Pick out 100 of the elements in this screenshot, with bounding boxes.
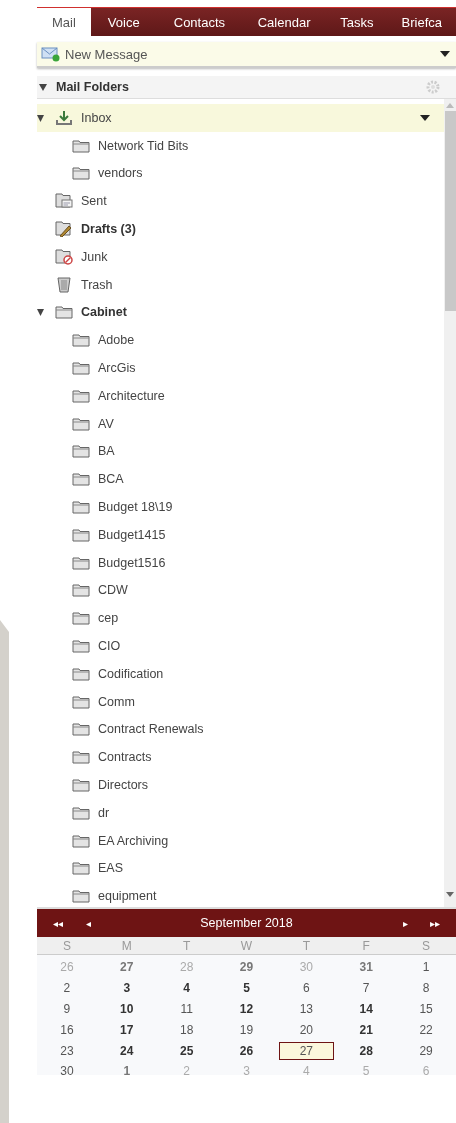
calendar-day[interactable]: 8 (418, 980, 434, 997)
expand-arrow-icon[interactable] (39, 82, 48, 92)
calendar-day[interactable]: 28 (355, 1042, 377, 1059)
calendar-day[interactable]: 30 (56, 1063, 78, 1075)
calendar-day[interactable]: 1 (418, 959, 434, 976)
calendar-day[interactable]: 20 (295, 1021, 318, 1038)
folder-icon (72, 166, 90, 181)
folder-item[interactable]: EA Archiving (37, 826, 444, 855)
tab[interactable]: Contacts (156, 8, 242, 36)
folder-item[interactable]: Adobe (37, 326, 444, 355)
folder-item[interactable]: Sent (37, 187, 444, 216)
calendar-day[interactable]: 3 (119, 980, 135, 997)
folder-item[interactable]: AV (37, 409, 444, 438)
calendar-day[interactable]: 19 (235, 1021, 258, 1038)
folder-item[interactable]: Contract Renewals (37, 715, 444, 744)
calendar-day[interactable]: 6 (299, 980, 314, 997)
scrollbar-thumb[interactable] (444, 111, 456, 311)
folder-item[interactable]: Inbox (37, 104, 444, 132)
expand-arrow-icon[interactable] (37, 308, 45, 317)
calendar-day[interactable]: 24 (116, 1042, 138, 1059)
calendar-day[interactable]: 1 (119, 1063, 135, 1075)
folder-name: Codification (98, 666, 164, 681)
calendar-day[interactable]: 10 (116, 1001, 138, 1017)
folder-name: EA Archiving (98, 833, 169, 848)
folder-icon (72, 611, 90, 626)
tab[interactable]: Voice (90, 8, 157, 36)
folder-item[interactable]: Network Tid Bits (37, 131, 444, 160)
folder-name: AV (98, 416, 114, 431)
folder-icon (72, 694, 90, 709)
calendar-day[interactable]: 2 (59, 980, 75, 997)
folder-item[interactable]: Architecture (37, 381, 444, 410)
folder-item[interactable]: ArcGis (37, 354, 444, 382)
folder-icon (72, 833, 90, 848)
weekday-label: S (62, 938, 71, 953)
folder-item[interactable]: CIO (37, 632, 444, 660)
tab[interactable]: Calendar (242, 8, 327, 36)
calendar-day[interactable]: 29 (415, 1042, 437, 1059)
folder-item[interactable]: Trash (37, 270, 444, 299)
folder-item[interactable]: Directors (37, 771, 444, 799)
calendar-day[interactable]: 14 (355, 1001, 377, 1017)
previous-year-button[interactable]: ◂◂ (43, 917, 73, 929)
calendar-day[interactable]: 9 (59, 1001, 75, 1017)
next-year-button[interactable]: ▸▸ (420, 917, 450, 929)
calendar-day[interactable]: 29 (235, 959, 258, 976)
calendar-day[interactable]: 4 (179, 980, 194, 997)
calendar-day[interactable]: 22 (415, 1021, 437, 1038)
folder-item[interactable]: Budget1415 (37, 520, 444, 549)
folder-item[interactable]: dr (37, 798, 444, 827)
calendar-day[interactable]: 31 (355, 959, 377, 976)
calendar-day[interactable]: 23 (56, 1042, 78, 1059)
folder-item[interactable]: vendors (37, 159, 444, 188)
folder-item[interactable]: Budget1516 (37, 548, 444, 577)
calendar-day[interactable]: 17 (116, 1021, 138, 1038)
calendar-day[interactable]: 21 (355, 1021, 377, 1038)
previous-month-button[interactable]: ◂ (73, 917, 103, 929)
scrollbar[interactable] (444, 99, 456, 907)
folder-name: EAS (98, 861, 123, 876)
folder-name: Architecture (98, 388, 165, 403)
folder-item[interactable]: BA (37, 437, 444, 466)
caret-icon[interactable] (420, 114, 430, 121)
folders-header[interactable]: Mail Folders (37, 76, 456, 99)
folder-item[interactable]: Budget 18\19 (37, 493, 444, 521)
folder-icon (72, 138, 90, 153)
calendar-day[interactable]: 13 (295, 1001, 318, 1017)
calendar-day[interactable]: 27 (278, 1041, 335, 1060)
folder-name: ArcGis (98, 361, 136, 376)
calendar-day[interactable]: 26 (235, 1042, 258, 1059)
scroll-down-icon[interactable] (446, 892, 454, 897)
calendar-day[interactable]: 25 (175, 1042, 198, 1059)
tab[interactable]: Briefca (387, 8, 456, 36)
calendar-day[interactable]: 7 (358, 980, 374, 997)
folder-name: cep (98, 611, 119, 626)
folder-item[interactable]: equipment (37, 882, 444, 907)
calendar-day[interactable]: 15 (415, 1001, 437, 1017)
tab[interactable]: Tasks (326, 8, 388, 36)
calendar-day[interactable]: 5 (239, 980, 254, 997)
folder-name: Junk (81, 249, 108, 264)
folder-item[interactable]: Cabinet (37, 298, 444, 327)
calendar-day[interactable]: 27 (116, 959, 138, 976)
tab[interactable]: Mail (37, 8, 91, 36)
folder-item[interactable]: Junk (37, 243, 444, 271)
folder-item[interactable]: BCA (37, 465, 444, 494)
folder-item[interactable]: Codification (37, 659, 444, 688)
expand-arrow-icon[interactable] (37, 113, 45, 122)
folder-item[interactable]: Drafts (3) (37, 215, 444, 243)
folder-item[interactable]: EAS (37, 854, 444, 883)
caret-icon[interactable] (440, 51, 450, 57)
calendar-day[interactable]: 16 (56, 1021, 78, 1038)
folder-item[interactable]: cep (37, 604, 444, 633)
calendar-day[interactable]: 12 (235, 1001, 258, 1017)
calendar-day[interactable]: 18 (175, 1021, 198, 1038)
folder-icon (72, 416, 90, 431)
folder-icon (72, 805, 90, 820)
folder-item[interactable]: Comm (37, 687, 444, 716)
folder-icon (72, 778, 90, 792)
folder-item[interactable]: Contracts (37, 743, 444, 772)
folder-item[interactable]: CDW (37, 576, 444, 605)
calendar-day[interactable]: 11 (176, 1001, 197, 1017)
next-month-button[interactable]: ▸ (390, 917, 420, 929)
new-message-button[interactable]: New Message (37, 42, 456, 68)
